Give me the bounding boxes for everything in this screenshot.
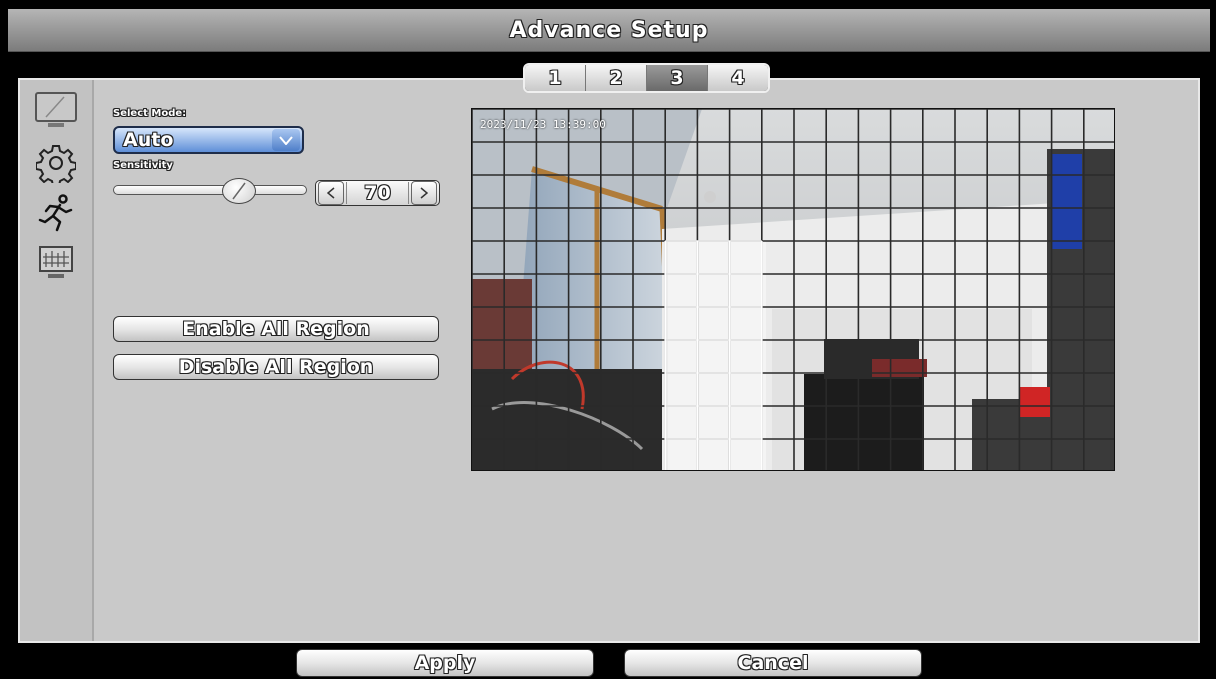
increment-button[interactable] <box>411 181 437 205</box>
gear-icon[interactable] <box>28 140 84 186</box>
sensitivity-slider-track[interactable] <box>113 185 307 195</box>
enable-all-region-button[interactable]: Enable All Region <box>113 316 439 342</box>
disable-all-region-button[interactable]: Disable All Region <box>113 354 439 380</box>
tab-4[interactable]: 4 <box>708 65 768 91</box>
sidebar <box>20 80 94 641</box>
monitor-icon[interactable] <box>28 88 84 134</box>
tab-3[interactable]: 3 <box>647 65 708 91</box>
window-title: Advance Setup <box>8 9 1210 52</box>
network-grid-icon[interactable] <box>28 240 84 286</box>
mode-select[interactable]: Auto <box>113 126 304 154</box>
bottom-bar <box>0 645 1216 679</box>
tab-2[interactable]: 2 <box>586 65 647 91</box>
sensitivity-label: Sensitivity <box>113 160 173 171</box>
tab-1[interactable]: 1 <box>525 65 586 91</box>
channel-tabs: 1 2 3 4 <box>523 63 770 93</box>
camera-timestamp: 2023/11/23 13:39:00 <box>480 118 606 131</box>
mode-value: Auto <box>123 129 174 151</box>
apply-button[interactable]: Apply <box>296 649 594 677</box>
camera-preview[interactable]: 2023/11/23 13:39:00 <box>471 108 1115 471</box>
chevron-down-icon[interactable] <box>272 129 300 151</box>
camera-image <box>472 109 1114 470</box>
decrement-button[interactable] <box>318 181 344 205</box>
motion-running-icon[interactable] <box>28 190 84 236</box>
sensitivity-slider-thumb[interactable] <box>222 178 256 204</box>
select-mode-label: Select Mode: <box>113 108 187 119</box>
sensitivity-value: 70 <box>346 182 409 204</box>
sensitivity-stepper: 70 <box>315 180 440 206</box>
cancel-button[interactable]: Cancel <box>624 649 922 677</box>
